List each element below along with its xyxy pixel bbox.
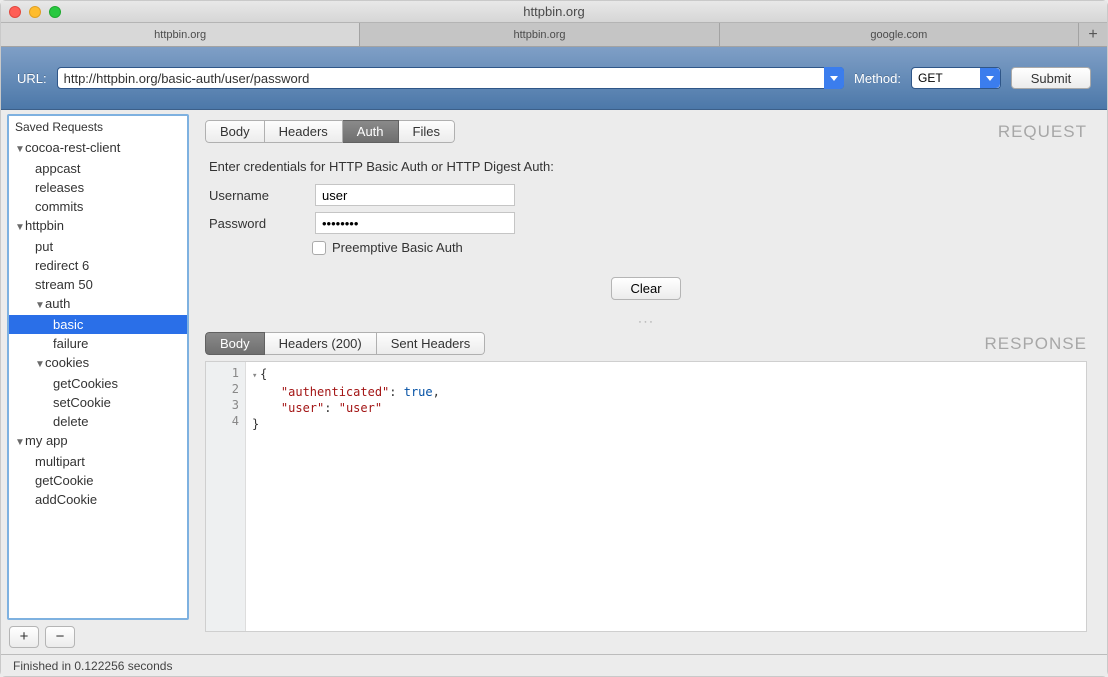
tab-label: google.com [870,29,927,41]
tab-2[interactable]: google.com [720,23,1079,46]
window-minimize-button[interactable] [29,6,41,18]
status-bar: Finished in 0.122256 seconds [1,654,1107,676]
method-dropdown-icon [980,68,1000,88]
tab-1[interactable]: httpbin.org [360,23,719,46]
fold-icon[interactable]: ▾ [252,368,260,384]
request-tab-files[interactable]: Files [399,120,455,143]
sidebar-title: Saved Requests [9,120,187,138]
tree-item[interactable]: redirect 6 [9,256,187,275]
tree-item[interactable]: basic [9,315,187,334]
tree-item-label: addCookie [35,492,97,507]
tree-item-label: setCookie [53,395,111,410]
method-label: Method: [854,71,901,86]
auth-description: Enter credentials for HTTP Basic Auth or… [209,159,1083,174]
gutter: 1 2 3 4 [206,362,246,631]
request-tabs: Body Headers Auth Files [205,120,455,143]
tree-item-label: multipart [35,454,85,469]
disclosure-triangle-icon[interactable]: ▼ [35,355,45,374]
response-body-editor[interactable]: 1 2 3 4 ▾{ "authenticated": true, "user"… [205,361,1087,632]
username-input[interactable] [315,184,515,206]
tree-item[interactable]: delete [9,412,187,431]
method-select[interactable]: GET [911,67,1001,89]
tree-item[interactable]: ▼cocoa-rest-client [9,138,187,159]
password-label: Password [209,216,309,231]
window-close-button[interactable] [9,6,21,18]
tree-item-label: appcast [35,161,81,176]
chevron-down-icon [830,76,838,81]
response-tab-body[interactable]: Body [205,332,265,355]
status-text: Finished in 0.122256 seconds [13,659,172,673]
url-input[interactable] [57,67,844,89]
url-label: URL: [17,71,47,86]
window-zoom-button[interactable] [49,6,61,18]
tree-item[interactable]: ▼auth [9,294,187,315]
tree-item-label: stream 50 [35,277,93,292]
saved-requests-sidebar[interactable]: Saved Requests ▼cocoa-rest-clientappcast… [7,114,189,620]
tree-item-label: getCookies [53,376,118,391]
request-tab-auth[interactable]: Auth [343,120,399,143]
window-title: httpbin.org [523,4,584,19]
tree-item-label: auth [45,296,70,311]
password-input[interactable] [315,212,515,234]
tree-item[interactable]: multipart [9,452,187,471]
request-tab-headers[interactable]: Headers [265,120,343,143]
response-tab-headers[interactable]: Headers (200) [265,332,377,355]
tree-item[interactable]: commits [9,197,187,216]
request-tab-body[interactable]: Body [205,120,265,143]
response-tab-sent-headers[interactable]: Sent Headers [377,332,486,355]
tree-item[interactable]: releases [9,178,187,197]
tree-item[interactable]: getCookie [9,471,187,490]
tree-item-label: httpbin [25,218,64,233]
tree-item[interactable]: failure [9,334,187,353]
tree-item[interactable]: ▼httpbin [9,216,187,237]
disclosure-triangle-icon[interactable]: ▼ [15,140,25,159]
tree-item[interactable]: put [9,237,187,256]
add-request-button[interactable]: + [9,626,39,648]
tab-label: httpbin.org [514,29,566,41]
response-section-title: RESPONSE [985,334,1087,354]
tree-item-label: put [35,239,53,254]
clear-auth-button[interactable]: Clear [611,277,680,300]
tree-item-label: failure [53,336,88,351]
submit-button[interactable]: Submit [1011,67,1091,89]
tree-item-label: cocoa-rest-client [25,140,120,155]
tree-item-label: cookies [45,355,89,370]
tree-item-label: releases [35,180,84,195]
tabs-row: httpbin.org httpbin.org google.com + [1,23,1107,47]
tree-item[interactable]: addCookie [9,490,187,509]
tree-item[interactable]: getCookies [9,374,187,393]
url-history-dropdown[interactable] [824,67,844,89]
remove-request-button[interactable]: − [45,626,75,648]
pane-splitter[interactable]: ● ● ● [205,316,1087,326]
new-tab-button[interactable]: + [1079,23,1107,46]
tree-item-label: delete [53,414,88,429]
preemptive-checkbox[interactable] [312,241,326,255]
tree-item-label: getCookie [35,473,94,488]
tab-0[interactable]: httpbin.org [1,23,360,46]
username-label: Username [209,188,309,203]
tree-item-label: redirect 6 [35,258,89,273]
method-value: GET [918,71,943,85]
disclosure-triangle-icon[interactable]: ▼ [35,296,45,315]
response-tabs: Body Headers (200) Sent Headers [205,332,485,355]
tab-label: httpbin.org [154,29,206,41]
url-bar: URL: Method: GET Submit [1,47,1107,110]
titlebar: httpbin.org [1,1,1107,23]
tree-item-label: my app [25,433,68,448]
tree-item-label: commits [35,199,83,214]
tree-item-label: basic [53,317,83,332]
disclosure-triangle-icon[interactable]: ▼ [15,218,25,237]
disclosure-triangle-icon[interactable]: ▼ [15,433,25,452]
request-section-title: REQUEST [998,122,1087,142]
tree-item[interactable]: setCookie [9,393,187,412]
tree-item[interactable]: stream 50 [9,275,187,294]
tree-item[interactable]: ▼cookies [9,353,187,374]
preemptive-label: Preemptive Basic Auth [332,240,463,255]
tree-item[interactable]: ▼my app [9,431,187,452]
tree-item[interactable]: appcast [9,159,187,178]
response-json: ▾{ "authenticated": true, "user": "user"… [246,362,1086,631]
